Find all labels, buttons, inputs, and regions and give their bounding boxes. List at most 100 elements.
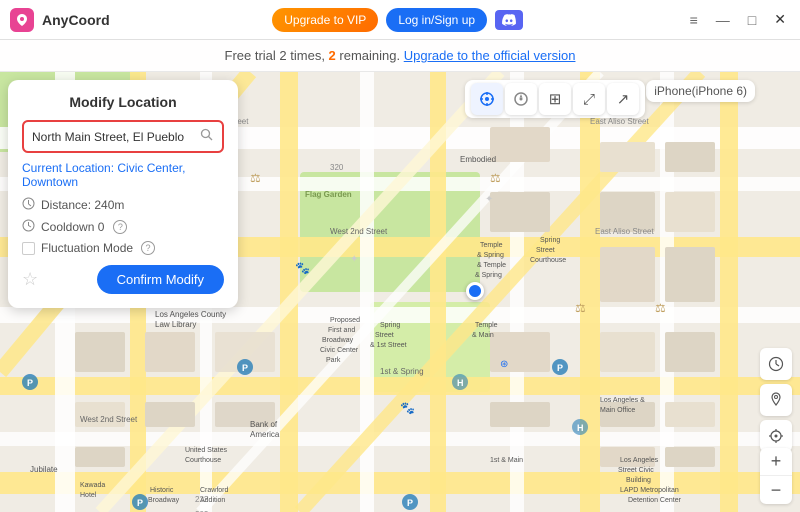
- svg-text:Crawford: Crawford: [200, 487, 229, 494]
- app-icon: [10, 8, 34, 32]
- svg-text:🐾: 🐾: [400, 401, 415, 415]
- svg-text:Los Angeles: Los Angeles: [620, 457, 659, 464]
- map-container[interactable]: North Spring Street East Aliso Street Ea…: [0, 72, 800, 512]
- map-icon-row: ⊞ ⤢ ↗: [465, 80, 645, 118]
- zoom-out-button[interactable]: −: [760, 476, 792, 504]
- svg-text:First and: First and: [328, 327, 355, 334]
- svg-text:Temple: Temple: [480, 242, 503, 249]
- device-label: iPhone(iPhone 6): [654, 84, 747, 98]
- svg-text:1st & Main: 1st & Main: [490, 457, 523, 464]
- svg-text:Proposed: Proposed: [330, 317, 360, 324]
- svg-text:✦: ✦: [485, 194, 493, 205]
- svg-text:P: P: [27, 378, 33, 388]
- fluctuation-checkbox[interactable]: [22, 242, 35, 255]
- titlebar-center: Upgrade to VIP Log in/Sign up: [272, 8, 523, 32]
- location-search-input[interactable]: [32, 130, 200, 144]
- trial-text: Free trial 2 times, 2 remaining. Upgrade…: [225, 48, 576, 63]
- svg-text:Flag Garden: Flag Garden: [305, 190, 352, 199]
- search-box[interactable]: [22, 120, 224, 153]
- svg-text:Jubilate: Jubilate: [30, 465, 58, 474]
- app-name: AnyCoord: [42, 12, 110, 28]
- close-button[interactable]: ✕: [770, 11, 790, 28]
- svg-text:Spring: Spring: [540, 237, 560, 244]
- discord-icon[interactable]: [495, 10, 523, 30]
- map-icon-expand[interactable]: ⤢: [573, 83, 605, 115]
- svg-text:Courthouse: Courthouse: [185, 457, 221, 464]
- svg-text:West 2nd Street: West 2nd Street: [80, 415, 138, 424]
- distance-label: Distance: 240m: [41, 198, 124, 212]
- svg-text:⚖: ⚖: [575, 301, 586, 315]
- titlebar-right: ≡ — □ ✕: [686, 11, 790, 28]
- minimize-button[interactable]: —: [712, 12, 734, 28]
- svg-text:& Temple: & Temple: [477, 262, 506, 269]
- search-icon[interactable]: [200, 128, 214, 145]
- cooldown-row: Cooldown 0 ?: [22, 219, 224, 235]
- upgrade-link[interactable]: Upgrade to the official version: [404, 48, 576, 63]
- upgrade-button[interactable]: Upgrade to VIP: [272, 8, 378, 32]
- svg-text:East Aliso Street: East Aliso Street: [595, 227, 654, 236]
- fluctuation-label: Fluctuation Mode: [41, 241, 133, 255]
- confirm-modify-button[interactable]: Confirm Modify: [97, 265, 224, 294]
- svg-text:Bank of: Bank of: [250, 420, 278, 429]
- location-dot: [466, 282, 484, 300]
- svg-text:Hotel: Hotel: [80, 492, 97, 499]
- fluctuation-question-icon[interactable]: ?: [141, 241, 155, 255]
- current-location-text[interactable]: Current Location: Civic Center, Downtown: [22, 161, 224, 189]
- distance-icon: [22, 197, 35, 213]
- svg-text:Historic: Historic: [150, 487, 174, 494]
- svg-text:P: P: [407, 498, 413, 508]
- svg-text:Building: Building: [626, 477, 651, 484]
- svg-text:1st & Spring: 1st & Spring: [380, 367, 424, 376]
- cooldown-icon: [22, 219, 35, 235]
- svg-text:Detention Center: Detention Center: [628, 497, 682, 504]
- svg-text:Embodied: Embodied: [460, 155, 496, 164]
- svg-text:Street: Street: [375, 332, 394, 339]
- svg-text:Law Library: Law Library: [155, 320, 196, 329]
- svg-text:& Spring: & Spring: [475, 272, 502, 279]
- svg-text:Los Angeles &: Los Angeles &: [600, 397, 645, 404]
- map-icon-grid[interactable]: ⊞: [539, 83, 571, 115]
- svg-text:United States: United States: [185, 447, 228, 454]
- svg-text:Main Office: Main Office: [600, 407, 635, 414]
- map-icon-compass[interactable]: [505, 83, 537, 115]
- svg-text:⊛: ⊛: [500, 359, 508, 370]
- login-button[interactable]: Log in/Sign up: [386, 8, 487, 32]
- menu-button[interactable]: ≡: [686, 12, 702, 28]
- trial-count: 2: [329, 48, 336, 63]
- svg-text:P: P: [242, 363, 248, 373]
- svg-text:H: H: [457, 378, 464, 388]
- distance-row: Distance: 240m: [22, 197, 224, 213]
- svg-text:Los Angeles County: Los Angeles County: [155, 310, 226, 319]
- rc-clock-btn[interactable]: [760, 348, 792, 380]
- svg-text:🐾: 🐾: [295, 261, 310, 275]
- zoom-in-button[interactable]: +: [760, 448, 792, 476]
- panel-title: Modify Location: [22, 94, 224, 110]
- panel-footer: ☆ Confirm Modify: [22, 265, 224, 294]
- favorite-star-button[interactable]: ☆: [22, 269, 38, 290]
- map-icon-share[interactable]: ↗: [607, 83, 639, 115]
- svg-text:Street Civic: Street Civic: [618, 467, 654, 474]
- svg-text:H: H: [577, 423, 584, 433]
- svg-text:P: P: [557, 363, 563, 373]
- svg-text:222: 222: [195, 495, 209, 504]
- map-device-toolbar: iPhone(iPhone 6): [646, 80, 755, 102]
- cooldown-label: Cooldown 0: [41, 220, 104, 234]
- svg-text:320: 320: [330, 163, 344, 172]
- svg-text:& Main: & Main: [472, 332, 494, 339]
- svg-text:P: P: [137, 498, 143, 508]
- svg-text:Temple: Temple: [475, 322, 498, 329]
- svg-text:& Spring: & Spring: [477, 252, 504, 259]
- cooldown-question-icon[interactable]: ?: [113, 220, 127, 234]
- modify-panel: Modify Location Current Location: Civic …: [8, 80, 238, 308]
- svg-text:⚖: ⚖: [250, 171, 261, 185]
- fluctuation-row: Fluctuation Mode ?: [22, 241, 224, 255]
- svg-text:Park: Park: [326, 357, 341, 364]
- svg-text:✦: ✦: [350, 254, 358, 265]
- svg-text:Civic Center: Civic Center: [320, 347, 359, 354]
- rc-pin-btn[interactable]: [760, 384, 792, 416]
- svg-text:LAPD Metropolitan: LAPD Metropolitan: [620, 487, 679, 494]
- map-icon-target[interactable]: [471, 83, 503, 115]
- svg-text:Courthouse: Courthouse: [530, 257, 566, 264]
- maximize-button[interactable]: □: [744, 12, 760, 28]
- svg-text:Broadway: Broadway: [148, 497, 180, 504]
